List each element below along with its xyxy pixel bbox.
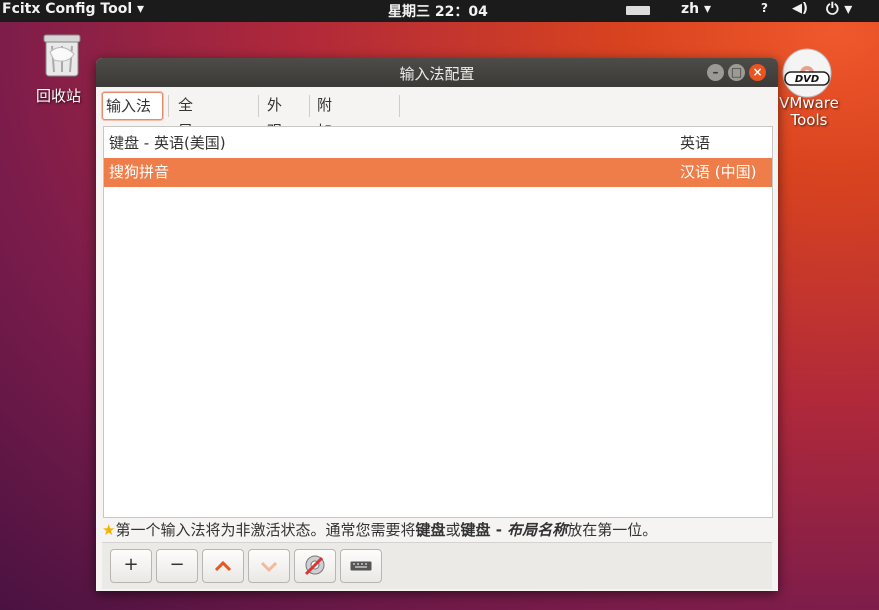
list-item-selected[interactable]: 搜狗拼音 汉语 (中国)	[104, 158, 772, 187]
window-title: 输入法配置	[399, 65, 475, 83]
star-icon: ★	[102, 521, 116, 539]
tab-input-method[interactable]: 输入法	[102, 92, 163, 120]
maximize-button[interactable]: □	[728, 64, 745, 81]
vmware-tools-label[interactable]: VMware Tools	[776, 95, 842, 129]
clock[interactable]: 星期三 22：04	[388, 1, 488, 21]
remove-button[interactable]: −	[156, 549, 198, 583]
tab-separator	[168, 95, 169, 117]
tab-global-config[interactable]: 全局配置	[178, 92, 193, 192]
window-titlebar[interactable]: 输入法配置 – □ ×	[96, 58, 778, 87]
im-language: 汉语 (中国)	[680, 163, 757, 181]
top-panel: Fcitx Config Tool ▾ 星期三 22：04 zh ▾ ? ◀) …	[0, 0, 879, 22]
hint-italic: 布局名称	[507, 521, 568, 539]
keyboard-icon	[350, 561, 372, 571]
chevron-up-icon	[214, 560, 232, 572]
tab-separator	[399, 95, 400, 117]
minimize-button[interactable]: –	[707, 64, 724, 81]
list-toolbar: + −	[102, 542, 772, 589]
hint-bold: 键盘	[415, 521, 446, 539]
settings-tools-icon	[304, 555, 325, 576]
hint-text: ★第一个输入法将为非激活状态。通常您需要将键盘或键盘 - 布局名称放在第一位。	[102, 519, 657, 540]
volume-icon[interactable]: ◀)	[792, 1, 808, 16]
trash-icon[interactable]	[40, 30, 84, 78]
hint-part: 第一个输入法将为非激活状态。通常您需要将	[115, 521, 416, 539]
tab-appearance[interactable]: 外观	[267, 92, 282, 140]
list-item[interactable]: 键盘 - 英语(美国) 英语	[104, 129, 772, 158]
chevron-down-icon	[260, 561, 278, 573]
trash-label[interactable]: 回收站	[36, 85, 81, 106]
hint-part: 或	[445, 521, 461, 539]
im-name: 键盘 - 英语(美国)	[109, 134, 226, 152]
tab-addons[interactable]: 附加组件	[317, 92, 332, 192]
tab-separator	[309, 95, 310, 117]
keyboard-layout-button[interactable]	[340, 549, 382, 583]
dvd-icon[interactable]: DVD	[781, 47, 833, 99]
hint-part: 放在第一位。	[567, 521, 658, 539]
tab-separator	[258, 95, 259, 117]
move-down-button[interactable]	[248, 549, 290, 583]
keyboard-icon[interactable]	[626, 6, 650, 15]
fcitx-config-window: 输入法配置 – □ × 输入法 全局配置 外观 附加组件 键盘 - 英语(美国)…	[96, 58, 778, 591]
add-button[interactable]: +	[110, 549, 152, 583]
im-language: 英语	[680, 134, 711, 152]
power-menu[interactable]: ⏻ ▾	[826, 0, 852, 19]
input-method-list[interactable]: 键盘 - 英语(美国) 英语 搜狗拼音 汉语 (中国)	[103, 126, 773, 518]
im-name: 搜狗拼音	[109, 163, 170, 181]
hint-bold: 键盘 -	[460, 521, 508, 539]
dvd-badge-text: DVD	[795, 74, 819, 85]
close-button[interactable]: ×	[749, 64, 766, 81]
network-icon[interactable]: ?	[761, 1, 768, 15]
input-language-menu[interactable]: zh ▾	[681, 1, 711, 17]
app-menu[interactable]: Fcitx Config Tool ▾	[2, 1, 144, 17]
configure-button[interactable]	[294, 549, 336, 583]
move-up-button[interactable]	[202, 549, 244, 583]
